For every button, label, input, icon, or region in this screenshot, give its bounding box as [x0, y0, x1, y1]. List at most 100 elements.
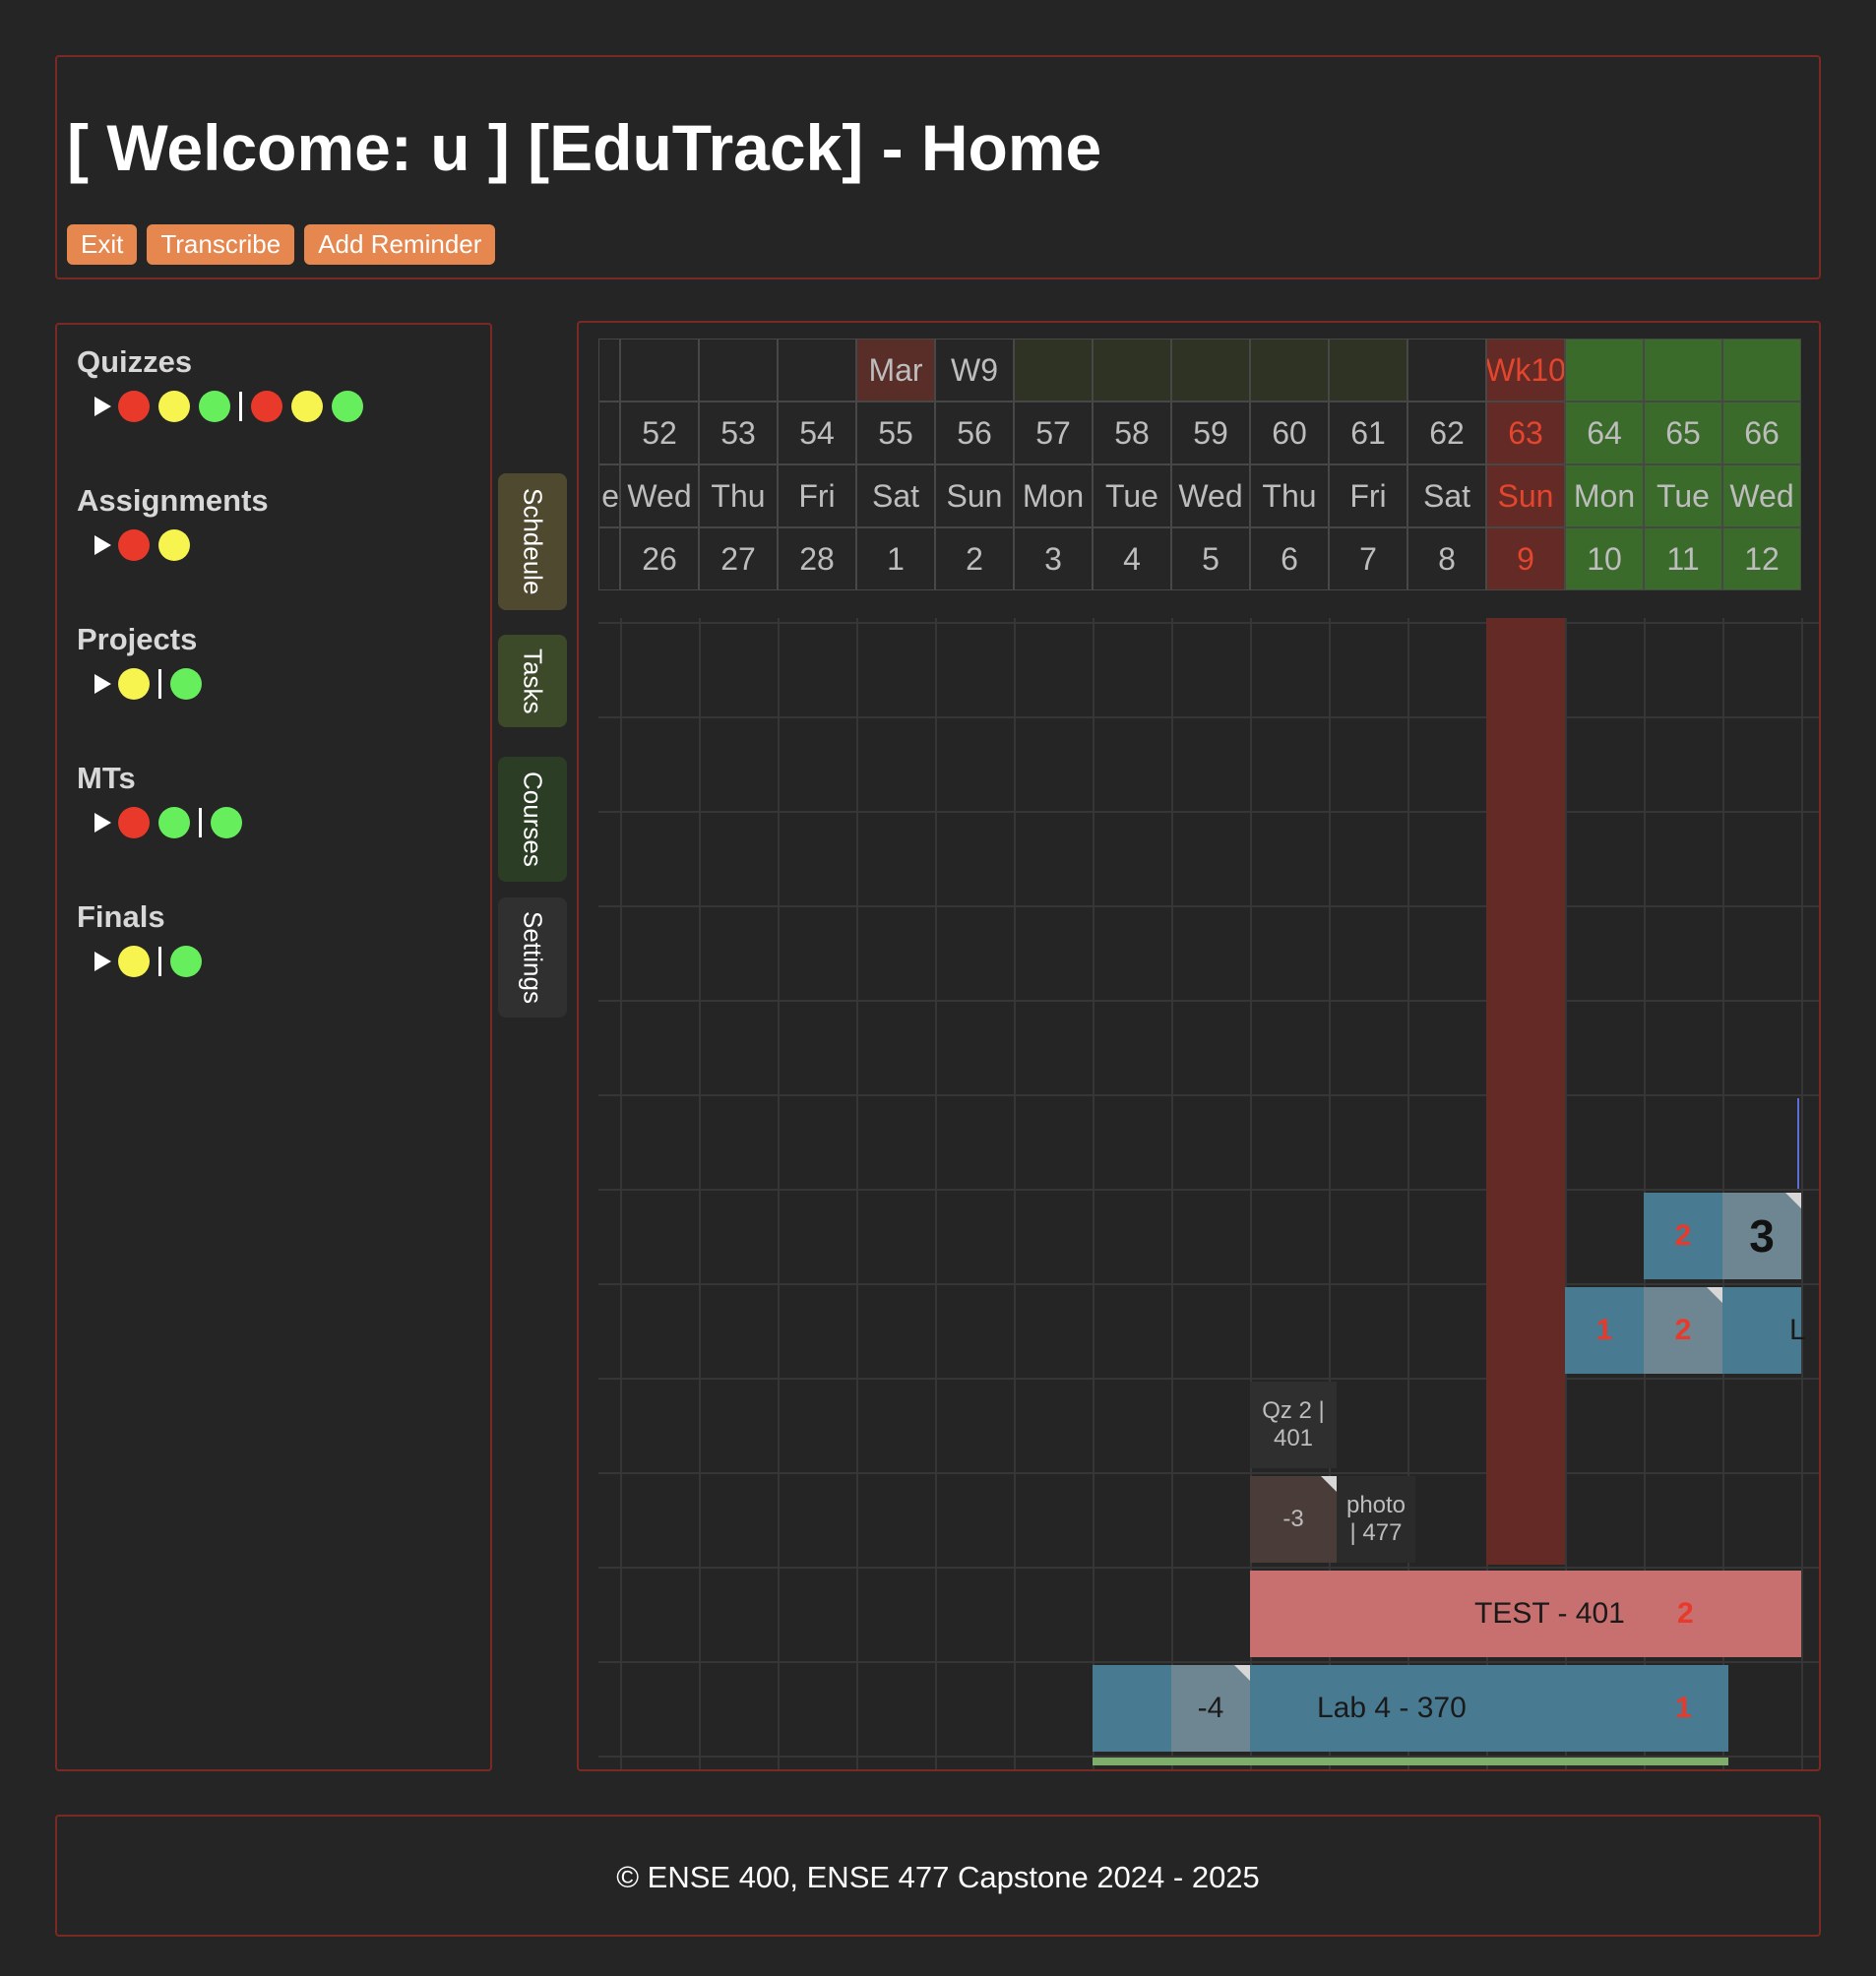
grid-line	[598, 1661, 1819, 1663]
grid-line	[935, 618, 937, 1769]
tab-courses[interactable]: Courses	[498, 757, 567, 882]
green-status-dot	[170, 668, 202, 700]
event-big-number: 3	[1749, 1210, 1775, 1262]
event-count-label: 2	[1674, 1314, 1692, 1346]
calendar-top-cell	[1329, 339, 1407, 401]
category-finals: Finals	[77, 899, 211, 978]
day-number-cell: 57	[1014, 401, 1093, 464]
calendar-top-cell	[699, 339, 778, 401]
day-date-cell: 26	[620, 527, 699, 590]
today-column-highlight	[1486, 618, 1565, 1565]
event-count-label: 1	[1675, 1692, 1692, 1724]
lab-event-bar[interactable]: -4 Lab 4 - 370 1	[1093, 1665, 1728, 1752]
day-number-cell: 61	[1329, 401, 1407, 464]
day-of-week-cell: Wed	[1171, 464, 1250, 527]
event-block[interactable]: 2	[1644, 1193, 1722, 1279]
offset-label: -4	[1197, 1692, 1224, 1724]
partial-day-cell	[598, 401, 620, 464]
photo-label: photo | 477	[1345, 1492, 1407, 1546]
tab-schedule[interactable]: Schdeule	[498, 473, 567, 610]
event-block[interactable]: 1	[1565, 1287, 1644, 1374]
transcribe-button[interactable]: Transcribe	[147, 224, 295, 265]
grid-line	[598, 905, 1819, 907]
red-status-dot	[251, 391, 282, 422]
day-number-cell: 53	[699, 401, 778, 464]
event-block[interactable]: L	[1722, 1287, 1806, 1374]
separator	[239, 392, 242, 421]
day-number-cell: 54	[778, 401, 856, 464]
event-block[interactable]: 2	[1644, 1287, 1722, 1374]
exit-button[interactable]: Exit	[67, 224, 138, 265]
day-date-cell: 6	[1250, 527, 1329, 590]
day-of-week-cell: Mon	[1014, 464, 1093, 527]
grid-line	[1801, 618, 1803, 1769]
calendar-top-cell	[1171, 339, 1250, 401]
calendar-top-cell: Wk10	[1486, 339, 1565, 401]
test-label: TEST - 401	[1474, 1597, 1625, 1630]
day-number-cell: 63	[1486, 401, 1565, 464]
event-label: L	[1789, 1314, 1806, 1346]
grid-line	[778, 618, 780, 1769]
green-status-dot	[199, 391, 230, 422]
calendar-grid: e 52 Wed 26 53 Thu 27 54 Fri 28 Mar 55 Sat 1 W9 56 Sun 2 5…	[579, 323, 1819, 1769]
footer-text: © ENSE 400, ENSE 477 Capstone 2024 - 202…	[616, 1860, 1260, 1894]
grid-line	[598, 1567, 1819, 1569]
yellow-status-dot	[291, 391, 323, 422]
grid-line	[598, 1378, 1819, 1380]
category-status-row[interactable]	[77, 945, 211, 978]
corner-fold-icon	[1785, 1193, 1801, 1208]
test-event-bar[interactable]: TEST - 401 2	[1250, 1571, 1801, 1657]
yellow-status-dot	[118, 668, 150, 700]
category-status-row[interactable]	[77, 806, 251, 839]
green-status-dot	[170, 946, 202, 977]
header-button-group: Exit Transcribe Add Reminder	[67, 224, 496, 265]
expand-triangle-icon[interactable]	[94, 535, 111, 555]
day-of-week-cell: Sat	[1407, 464, 1486, 527]
partial-day-cell	[598, 527, 620, 590]
tab-tasks[interactable]: Tasks	[498, 635, 567, 727]
category-title: Finals	[77, 899, 165, 934]
grid-line	[598, 1472, 1819, 1474]
expand-triangle-icon[interactable]	[94, 952, 111, 971]
red-status-dot	[118, 529, 150, 561]
day-of-week-cell: Thu	[699, 464, 778, 527]
day-of-week-cell: Fri	[1329, 464, 1407, 527]
calendar-top-cell	[1093, 339, 1171, 401]
expand-triangle-icon[interactable]	[94, 397, 111, 416]
grid-line	[1093, 618, 1094, 1769]
offset-label: -3	[1282, 1506, 1304, 1532]
category-status-row[interactable]	[77, 667, 211, 701]
add-reminder-button[interactable]: Add Reminder	[304, 224, 496, 265]
day-number-cell: 58	[1093, 401, 1171, 464]
photo-offset-event[interactable]: -3	[1250, 1476, 1337, 1563]
calendar-top-cell	[620, 339, 699, 401]
event-block[interactable]: 3	[1722, 1193, 1801, 1279]
day-of-week-cell: Fri	[778, 464, 856, 527]
tab-settings[interactable]: Settings	[498, 897, 567, 1018]
day-date-cell: 12	[1722, 527, 1801, 590]
expand-triangle-icon[interactable]	[94, 674, 111, 694]
category-projects: Projects	[77, 622, 211, 701]
event-strip	[1093, 1758, 1728, 1765]
grid-line	[699, 618, 701, 1769]
schedule-panel: e 52 Wed 26 53 Thu 27 54 Fri 28 Mar 55 Sat 1 W9 56 Sun 2 5…	[577, 321, 1821, 1771]
calendar-top-cell: W9	[935, 339, 1014, 401]
quiz-event[interactable]: Qz 2 | 401	[1250, 1382, 1337, 1468]
day-number-cell: 65	[1644, 401, 1722, 464]
day-of-week-cell: Mon	[1565, 464, 1644, 527]
expand-triangle-icon[interactable]	[94, 813, 111, 833]
day-date-cell: 8	[1407, 527, 1486, 590]
category-status-row[interactable]	[77, 528, 269, 562]
grid-line	[598, 1094, 1819, 1096]
day-number-cell: 52	[620, 401, 699, 464]
photo-event[interactable]: photo | 477	[1337, 1476, 1415, 1563]
day-of-week-cell: Sat	[856, 464, 935, 527]
category-mts: MTs	[77, 761, 251, 839]
event-count-label: 2	[1677, 1597, 1694, 1630]
day-date-cell: 28	[778, 527, 856, 590]
category-status-row[interactable]	[77, 390, 372, 423]
grid-line	[598, 811, 1819, 813]
day-of-week-cell: Tue	[1093, 464, 1171, 527]
red-status-dot	[118, 391, 150, 422]
day-date-cell: 1	[856, 527, 935, 590]
